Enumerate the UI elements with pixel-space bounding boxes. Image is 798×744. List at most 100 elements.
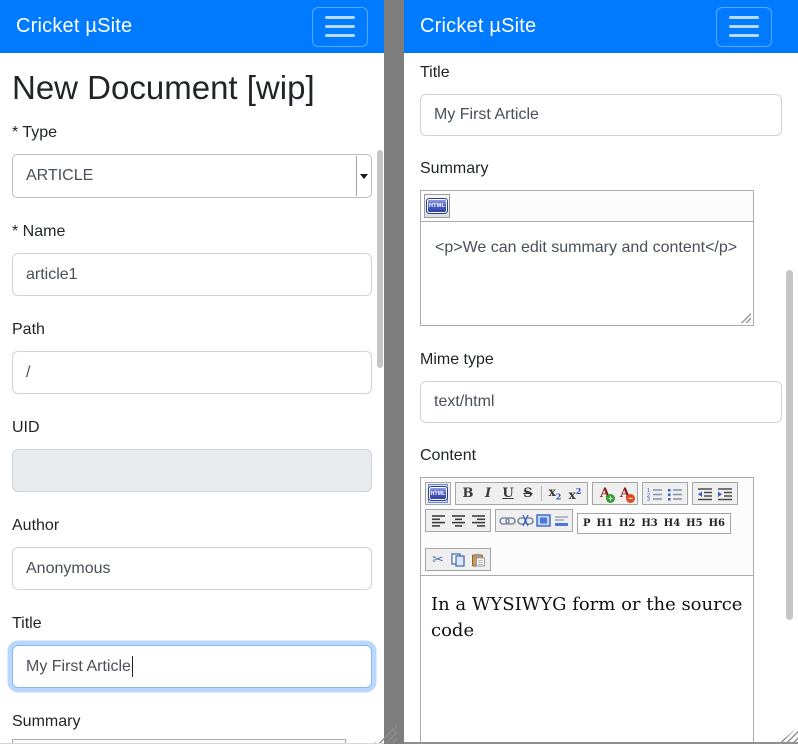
subscript-button[interactable]: x2 <box>545 484 565 503</box>
cut-button[interactable]: ✂ <box>428 550 448 569</box>
indent-icon <box>718 487 732 500</box>
right-frame: Cricket µSite Title Summary HTML <box>404 0 798 744</box>
type-select[interactable]: ARTICLE <box>12 154 372 198</box>
text-cursor <box>131 656 134 677</box>
mime-type-input[interactable] <box>420 381 782 423</box>
uid-input <box>12 449 372 492</box>
ordered-list-icon: 1 2 3 <box>647 488 662 501</box>
title-input[interactable]: My First Article <box>12 645 372 688</box>
strikethrough-button[interactable]: S <box>518 484 538 503</box>
unordered-list-icon <box>668 488 682 500</box>
title-label: Title <box>12 615 42 632</box>
h4-button[interactable]: H4 <box>661 515 683 532</box>
right-navbar: Cricket µSite <box>404 0 798 53</box>
navbar-toggler-button[interactable] <box>716 6 772 47</box>
left-scrollbar-thumb[interactable] <box>377 150 383 368</box>
brand-title: Cricket µSite <box>420 15 537 37</box>
author-input[interactable] <box>12 547 372 590</box>
align-left-button[interactable] <box>428 511 448 530</box>
superscript-button[interactable]: x2 <box>565 484 585 503</box>
outdent-button[interactable] <box>695 484 715 503</box>
toolbar-row-2: P H1 H2 H3 H4 H5 H6 <box>422 507 752 536</box>
content-edit-area[interactable]: In a WYSIWYG form or the source code <box>420 576 754 744</box>
h3-button[interactable]: H3 <box>638 515 660 532</box>
summary-label: Summary <box>12 713 81 730</box>
unlink-icon <box>516 514 534 527</box>
horizontal-rule-icon <box>554 515 568 526</box>
bold-button[interactable]: B <box>458 484 478 503</box>
title-label: Title <box>420 64 450 81</box>
h1-button[interactable]: H1 <box>594 515 616 532</box>
insert-image-button[interactable] <box>534 511 552 530</box>
author-label: Author <box>12 517 60 534</box>
underline-button[interactable]: U <box>498 484 518 503</box>
indent-group <box>692 482 738 505</box>
italic-icon: I <box>484 486 492 501</box>
paste-icon <box>471 553 485 566</box>
paste-button[interactable] <box>468 550 488 569</box>
summary-source-text: <p>We can edit summary and content</p> <box>435 239 738 256</box>
align-center-button[interactable] <box>448 511 468 530</box>
align-center-icon <box>451 515 465 527</box>
left-frame: Cricket µSite New Document [wip] * Type … <box>0 0 384 744</box>
left-navbar: Cricket µSite <box>0 0 384 53</box>
h5-button[interactable]: H5 <box>683 515 705 532</box>
title-input[interactable] <box>420 94 782 136</box>
hamburger-icon <box>729 16 759 19</box>
svg-text:3: 3 <box>647 497 650 501</box>
clipboard-group: ✂ <box>425 548 491 571</box>
insert-group <box>495 509 573 532</box>
path-input[interactable] <box>12 351 372 394</box>
unlink-button[interactable] <box>516 511 534 530</box>
strikethrough-icon: S <box>523 486 533 501</box>
font-color-button[interactable]: A + <box>595 484 616 503</box>
link-button[interactable] <box>498 511 516 530</box>
summary-editor-toolbar: HTML <box>420 190 754 222</box>
content-editor-toolbar: HTML B I U S x2 x2 A + A − 1 2 3 P H1 H2… <box>420 477 754 576</box>
toolbar-separator <box>541 486 542 501</box>
image-icon <box>535 514 551 527</box>
type-select-value: ARTICLE <box>26 167 94 184</box>
highlight-color-icon: A − <box>620 486 636 503</box>
subscript-icon: x2 <box>548 485 562 502</box>
bold-icon: B <box>462 486 474 501</box>
align-left-icon <box>431 515 445 527</box>
copy-button[interactable] <box>448 550 468 569</box>
indent-button[interactable] <box>715 484 735 503</box>
html-source-button[interactable]: HTML <box>428 484 448 503</box>
align-right-button[interactable] <box>468 511 488 530</box>
summary-label: Summary <box>420 160 489 177</box>
horizontal-rule-button[interactable] <box>552 511 570 530</box>
hamburger-icon <box>325 16 355 19</box>
italic-button[interactable]: I <box>478 484 498 503</box>
copy-icon <box>450 552 465 567</box>
heading-format-group: P H1 H2 H3 H4 H5 H6 <box>577 513 731 534</box>
unordered-list-button[interactable] <box>665 484 685 503</box>
resize-grip-icon[interactable] <box>740 312 751 323</box>
page-title: New Document [wip] <box>12 69 315 106</box>
title-input-value: My First Article <box>26 657 131 675</box>
toolbar-row-1: HTML B I U S x2 x2 A + A − 1 2 3 <box>422 480 752 507</box>
name-input[interactable] <box>12 253 372 296</box>
align-group <box>425 509 491 532</box>
navbar-toggler-button[interactable] <box>312 6 368 47</box>
highlight-color-button[interactable]: A − <box>615 484 636 503</box>
paragraph-button[interactable]: P <box>580 515 594 532</box>
content-label: Content <box>420 447 477 464</box>
html-source-button[interactable]: HTML <box>424 194 450 218</box>
content-text: In a WYSIWYG form or the source code <box>431 594 743 641</box>
source-group: HTML <box>425 482 451 505</box>
right-scrollbar-thumb[interactable] <box>786 270 793 620</box>
cut-icon: ✂ <box>432 551 444 568</box>
font-color-icon: A + <box>600 486 616 503</box>
list-group: 1 2 3 <box>642 482 688 505</box>
h2-button[interactable]: H2 <box>616 515 638 532</box>
html-source-icon: HTML <box>429 487 447 500</box>
summary-source-textarea[interactable]: <p>We can edit summary and content</p> <box>420 222 754 326</box>
ordered-list-button[interactable]: 1 2 3 <box>645 484 665 503</box>
underline-icon: U <box>502 486 514 501</box>
brand-title: Cricket µSite <box>16 15 133 37</box>
color-group: A + A − <box>592 482 638 505</box>
h6-button[interactable]: H6 <box>706 515 728 532</box>
frame-divider <box>384 0 404 744</box>
